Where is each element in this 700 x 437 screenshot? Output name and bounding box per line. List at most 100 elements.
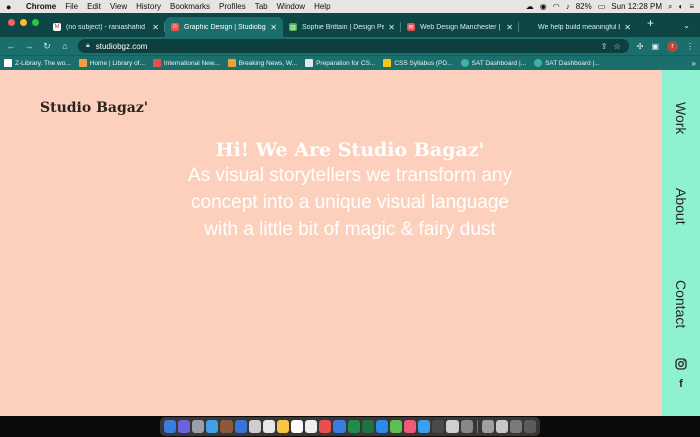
dock-app-icon[interactable] — [404, 420, 417, 433]
siri-icon[interactable]: ◐ — [678, 2, 683, 11]
bookmark-item[interactable]: Breaking News, W... — [227, 59, 297, 67]
close-window-button[interactable] — [8, 18, 15, 26]
nav-label: Contact — [673, 280, 689, 329]
tab-web-design-manchester[interactable]: ✉ Web Design Manchester | ✕ — [401, 17, 519, 37]
dock-app-icon[interactable] — [509, 420, 522, 433]
bookmark-item[interactable]: SAT Dashboard |... — [534, 59, 600, 67]
tab-search-chevron-icon[interactable]: ⌄ — [673, 21, 700, 30]
dock-app-icon[interactable] — [206, 420, 219, 433]
tab-we-help-build[interactable]: We help build meaningful b ✕ — [519, 17, 637, 37]
wifi-icon[interactable]: ◠ — [553, 2, 560, 11]
dock-app-icon[interactable] — [192, 420, 205, 433]
hero-section: Hi! We Are Studio Bagaz' As visual story… — [0, 138, 700, 243]
menu-history[interactable]: History — [136, 2, 161, 11]
battery-icon[interactable]: ▭ — [598, 2, 606, 11]
close-tab-icon[interactable]: ✕ — [152, 23, 159, 32]
menu-app-name[interactable]: Chrome — [26, 2, 56, 11]
dock-app-icon[interactable] — [291, 420, 304, 433]
battery-percent[interactable]: 82% — [576, 2, 592, 11]
bookmark-item[interactable]: Preparation for CS... — [305, 59, 375, 67]
menu-file[interactable]: File — [65, 2, 78, 11]
close-tab-icon[interactable]: ✕ — [270, 23, 277, 32]
menu-edit[interactable]: Edit — [87, 2, 101, 11]
dock-app-icon[interactable] — [262, 420, 275, 433]
tab-sophie-brittain[interactable]: ▥ Sophie Brittain | Design Pe ✕ — [283, 17, 401, 37]
dock-app-icon[interactable] — [460, 420, 473, 433]
dock-separator — [476, 420, 478, 433]
menu-window[interactable]: Window — [277, 2, 305, 11]
site-logo[interactable]: Studio Bagaz' — [40, 100, 148, 116]
bookmark-item[interactable]: International New... — [152, 59, 220, 67]
close-tab-icon[interactable]: ✕ — [388, 23, 395, 32]
share-icon[interactable]: ⇪ — [601, 42, 608, 51]
dock-app-icon[interactable] — [418, 420, 431, 433]
cloud-icon[interactable]: ☁ — [526, 2, 534, 11]
dock-app-icon[interactable] — [495, 420, 508, 433]
window-controls — [0, 18, 47, 34]
bookmark-item[interactable]: SAT Dashboard |... — [460, 59, 526, 67]
profile-avatar[interactable]: r — [667, 40, 678, 52]
nav-link-contact[interactable]: Contact — [668, 280, 694, 328]
close-tab-icon[interactable]: ✕ — [624, 23, 631, 32]
dock-app-icon[interactable] — [389, 420, 403, 433]
tab-studiobgz[interactable]: ☺ Graphic Design | Studiobgz ✕ — [165, 17, 283, 37]
dock-app-icon[interactable] — [178, 420, 191, 433]
dock-app-icon[interactable] — [234, 420, 247, 433]
volume-icon[interactable]: ♪ — [566, 2, 570, 11]
dock-app-icon[interactable] — [446, 420, 459, 433]
menu-help[interactable]: Help — [314, 2, 330, 11]
dock-app-icon[interactable] — [163, 420, 177, 433]
apple-menu-icon[interactable]: ● — [6, 2, 16, 12]
nav-link-about[interactable]: About — [668, 188, 694, 225]
url-text[interactable]: studiobgz.com — [96, 42, 595, 51]
bookmark-star-icon[interactable]: ☆ — [614, 42, 621, 51]
dock-app-icon[interactable] — [305, 420, 318, 433]
close-tab-icon[interactable]: ✕ — [506, 23, 513, 32]
dock-app-icon[interactable] — [523, 420, 537, 433]
bookmark-favicon-icon — [534, 59, 543, 67]
dock-app-icon[interactable] — [220, 420, 233, 433]
back-arrow-icon[interactable]: ← — [6, 41, 16, 51]
menu-bookmarks[interactable]: Bookmarks — [170, 2, 210, 11]
dock-app-icon[interactable] — [375, 420, 388, 433]
bookmark-item[interactable]: Z-Library. The wo... — [4, 59, 71, 67]
nav-link-work[interactable]: Work — [668, 102, 694, 134]
side-panel-icon[interactable]: ▣ — [651, 42, 659, 51]
dock-app-icon[interactable] — [432, 420, 445, 433]
dock-app-icon[interactable] — [347, 420, 360, 433]
bookmark-favicon-icon — [460, 59, 469, 67]
new-tab-icon[interactable]: + — [637, 16, 664, 34]
facebook-icon[interactable]: f — [662, 378, 700, 390]
menu-profiles[interactable]: Profiles — [219, 2, 246, 11]
studiobgz-favicon-icon: ☺ — [171, 23, 179, 31]
reload-icon[interactable]: ↻ — [42, 41, 52, 52]
menu-tab[interactable]: Tab — [255, 2, 268, 11]
address-bar[interactable]: 🔒︎ studiobgz.com ⇪ ☆ — [78, 39, 629, 53]
home-icon[interactable]: ⌂ — [60, 41, 70, 51]
bookmark-favicon-icon — [78, 59, 87, 67]
tab-title: Graphic Design | Studiobgz — [184, 23, 267, 31]
spotlight-icon[interactable]: ⌕ — [668, 2, 672, 12]
clock[interactable]: Sun 12:28 PM — [611, 2, 662, 11]
lock-icon[interactable]: 🔒︎ — [86, 42, 90, 50]
dock-app-icon[interactable] — [481, 420, 494, 433]
dock-app-icon[interactable] — [333, 420, 346, 433]
more-bookmarks-icon[interactable]: » — [692, 59, 696, 68]
dock-app-icon[interactable] — [276, 420, 290, 433]
bookmark-item[interactable]: Home | Library of... — [78, 59, 145, 67]
record-icon[interactable]: ◉ — [540, 2, 547, 11]
zoom-window-button[interactable] — [32, 18, 39, 26]
dock-app-icon[interactable] — [248, 420, 261, 433]
dock-app-icon[interactable] — [361, 420, 374, 433]
extensions-puzzle-icon[interactable]: ✣ — [637, 42, 644, 51]
bookmark-item[interactable]: CSS Syllabus (PD... — [383, 59, 453, 67]
more-menu-icon[interactable]: ⋮ — [686, 42, 694, 51]
menu-status-area: ☁ ◉ ◠ ♪ 82% ▭ Sun 12:28 PM ⌕ ◐ ≡ — [526, 2, 694, 12]
dock-app-icon[interactable] — [319, 420, 332, 433]
minimize-window-button[interactable] — [20, 18, 27, 26]
instagram-icon[interactable] — [662, 358, 700, 373]
forward-arrow-icon[interactable]: → — [24, 41, 34, 51]
tab-gmail[interactable]: M (no subject) - raniashahid ✕ — [47, 17, 165, 37]
control-center-icon[interactable]: ≡ — [689, 2, 694, 11]
menu-view[interactable]: View — [110, 2, 127, 11]
